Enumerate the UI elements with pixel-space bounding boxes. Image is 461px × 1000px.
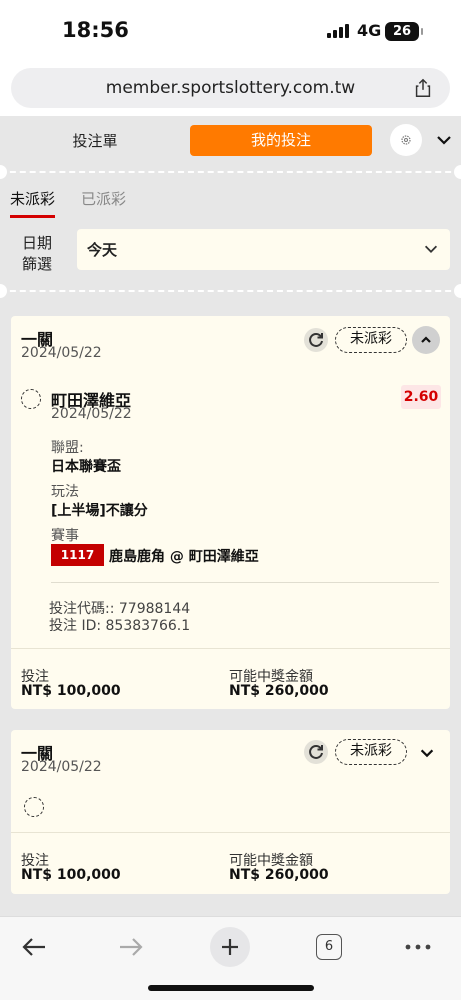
divider [0,171,461,173]
divider [51,582,439,583]
ticket-notch [0,284,7,298]
event-id-tag: 1117 [51,544,104,566]
share-icon[interactable] [412,77,434,99]
battery-icon: 26 [385,22,423,41]
chevron-down-icon [424,245,438,253]
forward-button[interactable] [111,927,151,967]
app-content: 投注單 我的投注 未派彩 已派彩 日期 篩選 今天 一關 2024/05/22 … [0,116,461,916]
divider [11,648,450,649]
address-field[interactable]: member.sportslottery.com.tw [11,68,450,108]
date-filter-value: 今天 [87,241,118,259]
refresh-icon[interactable] [304,740,328,764]
selection-status-icon [24,797,44,817]
bet-date: 2024/05/22 [21,759,102,775]
status-bar: 18:56 4G 26 [0,0,461,64]
date-filter-select[interactable]: 今天 [77,229,450,270]
forward-arrow-icon [120,938,143,956]
bet-id: 投注 ID: 85383766.1 [49,618,191,634]
league-label: 聯盟: [51,440,84,456]
chevron-up-icon [421,336,431,343]
date-filter-label-line1: 日期 [22,234,53,252]
filter-panel: 未派彩 已派彩 日期 篩選 今天 [0,165,461,298]
date-filter-label-line2: 篩選 [22,255,53,273]
signal-icon [327,24,349,38]
new-tab-button[interactable] [210,927,250,967]
battery-level: 26 [392,24,412,39]
status-badge: 未派彩 [335,739,407,765]
odds-badge: 2.60 [401,385,441,409]
payout-value: NT$ 260,000 [229,683,329,699]
market-label: 玩法 [51,484,79,500]
bet-date: 2024/05/22 [21,345,102,361]
chevron-down-icon[interactable] [434,130,454,150]
market-value: [上半場]不讓分 [51,503,148,519]
divider [0,290,461,292]
bet-card: 一關 2024/05/22 未派彩 投注 NT$ 100,000 可能中獎金額 … [11,730,450,894]
refresh-icon[interactable] [304,328,328,352]
more-icon [405,944,431,950]
plus-icon [222,939,238,955]
back-arrow-icon [22,938,45,956]
payout-tabs: 未派彩 已派彩 [10,188,126,218]
home-indicator [148,985,314,991]
payout-value: NT$ 260,000 [229,867,329,883]
date-filter-label: 日期 篩選 [22,233,62,275]
status-badge: 未派彩 [335,327,407,353]
more-button[interactable] [398,927,438,967]
stake-value: NT$ 100,000 [21,867,121,883]
gear-icon [401,135,411,145]
ticket-notch [454,165,461,179]
network-type: 4G [357,21,382,40]
tab-bet-slip[interactable]: 投注單 [50,126,140,156]
browser-url-bar: member.sportslottery.com.tw [0,64,461,116]
league-value: 日本聯賽盃 [51,459,121,475]
event-name: 鹿島鹿角 @ 町田澤維亞 [109,549,259,565]
url-text: member.sportslottery.com.tw [105,78,356,98]
status-time: 18:56 [62,18,129,42]
tabs-button[interactable]: 6 [316,934,342,960]
selection-date: 2024/05/22 [51,406,132,422]
selection-status-icon [21,389,41,409]
settings-button[interactable] [390,124,422,156]
tab-settled[interactable]: 已派彩 [81,188,126,218]
collapse-button[interactable] [412,326,440,354]
event-label: 賽事 [51,528,79,544]
top-nav: 投注單 我的投注 [0,116,461,166]
tab-my-bets[interactable]: 我的投注 [190,125,372,156]
ticket-notch [0,165,7,179]
ticket-notch [454,284,461,298]
back-button[interactable] [14,927,54,967]
bet-card: 一關 2024/05/22 未派彩 町田澤維亞 2024/05/22 2.60 … [11,316,450,709]
stake-value: NT$ 100,000 [21,683,121,699]
chevron-down-icon[interactable] [418,744,436,762]
divider [11,832,450,833]
tab-unsettled[interactable]: 未派彩 [10,188,56,218]
